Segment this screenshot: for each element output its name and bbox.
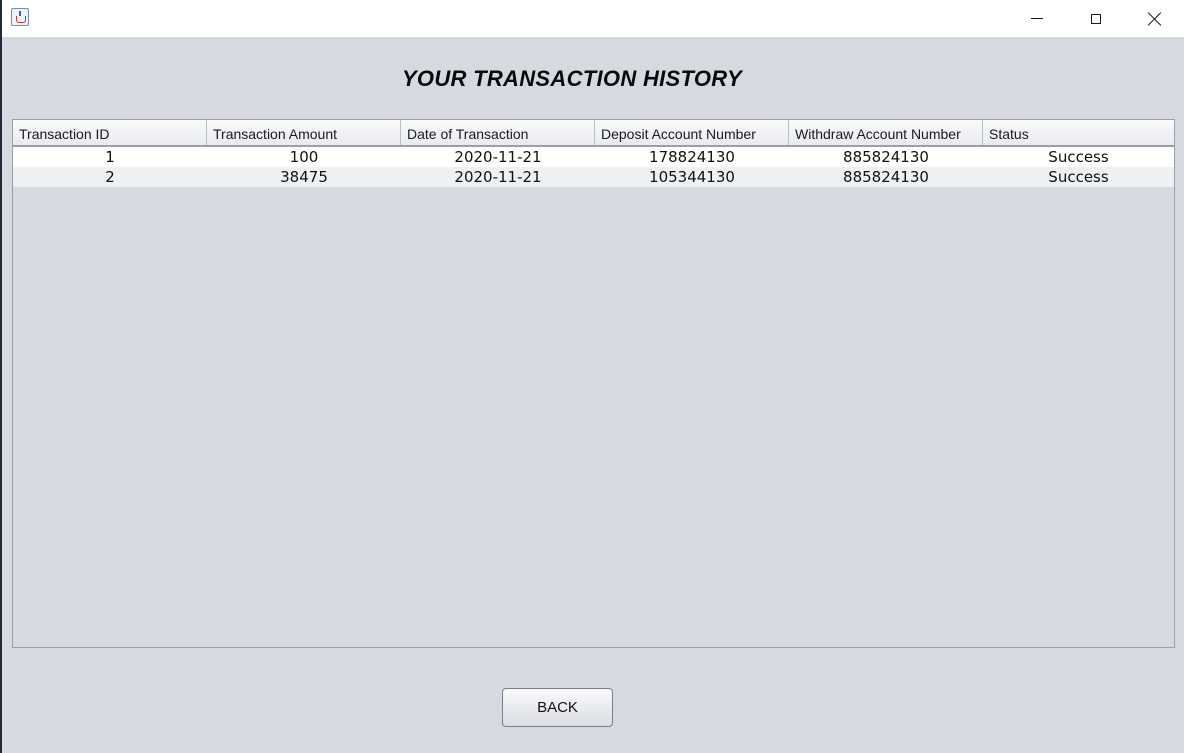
cell-transaction-amount: 38475 [280, 168, 328, 186]
cell-withdraw-account: 885824130 [843, 148, 929, 166]
cell-deposit-account: 105344130 [649, 168, 735, 186]
cell-status: Success [1048, 168, 1109, 186]
maximize-button[interactable] [1067, 0, 1125, 37]
cell-transaction-id: 1 [105, 148, 115, 166]
cell-status: Success [1048, 148, 1109, 166]
transaction-table[interactable]: Transaction ID Transaction Amount Date o… [12, 119, 1175, 648]
column-header-transaction-id[interactable]: Transaction ID [13, 120, 207, 145]
column-header-withdraw-account[interactable]: Withdraw Account Number [789, 120, 983, 145]
column-header-date[interactable]: Date of Transaction [401, 120, 595, 145]
column-header-status[interactable]: Status [983, 120, 1174, 145]
cell-transaction-amount: 100 [289, 148, 319, 166]
app-window: YOUR TRANSACTION HISTORY Transaction ID … [2, 0, 1184, 753]
table-row[interactable]: 1 100 2020-11-21 178824130 885824130 Suc… [13, 147, 1174, 167]
back-button[interactable]: BACK [502, 688, 613, 727]
table-row[interactable]: 2 38475 2020-11-21 105344130 885824130 S… [13, 167, 1174, 187]
column-header-transaction-amount[interactable]: Transaction Amount [207, 120, 401, 145]
cell-transaction-id: 2 [105, 168, 115, 186]
column-header-deposit-account[interactable]: Deposit Account Number [595, 120, 789, 145]
table-header: Transaction ID Transaction Amount Date o… [13, 120, 1174, 147]
close-button[interactable] [1126, 0, 1184, 37]
maximize-icon [1091, 13, 1101, 24]
java-cup-icon[interactable] [11, 8, 29, 26]
cell-withdraw-account: 885824130 [843, 168, 929, 186]
cell-date: 2020-11-21 [454, 148, 542, 166]
close-icon [1148, 12, 1162, 26]
cell-date: 2020-11-21 [454, 168, 542, 186]
minimize-button[interactable] [1008, 0, 1066, 37]
title-bar [2, 0, 1184, 37]
minimize-icon [1031, 18, 1043, 19]
cell-deposit-account: 178824130 [649, 148, 735, 166]
page-title: YOUR TRANSACTION HISTORY [401, 66, 743, 91]
